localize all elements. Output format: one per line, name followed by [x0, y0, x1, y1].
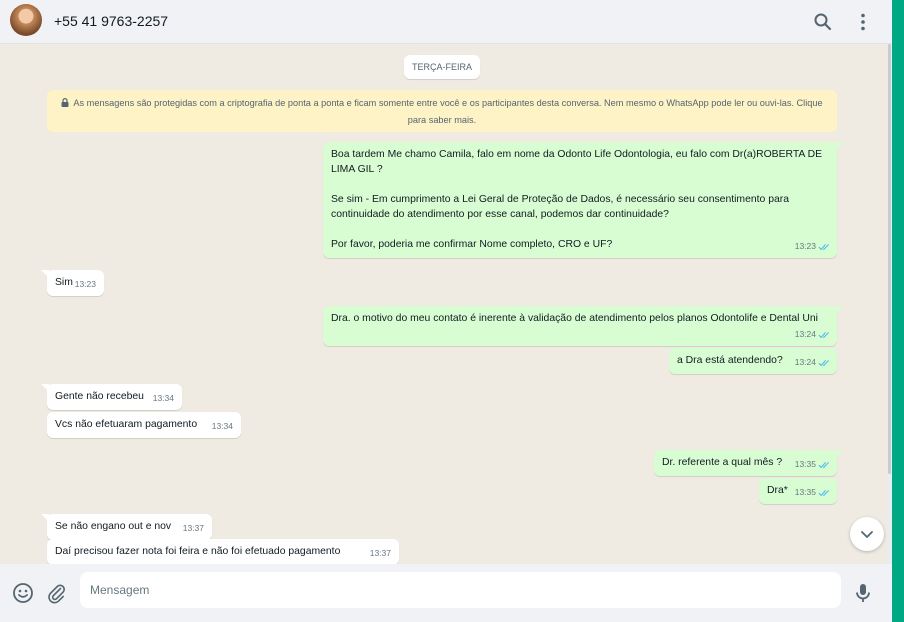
emoji-icon[interactable]: [11, 581, 35, 605]
double-check-icon: [818, 490, 829, 497]
message-bubble-out[interactable]: a Dra está atendendo? 13:24: [669, 348, 837, 374]
scroll-to-bottom-button[interactable]: [850, 517, 884, 551]
window-edge: [892, 0, 904, 622]
double-check-icon: [818, 332, 829, 339]
search-icon[interactable]: [811, 10, 835, 34]
message-time: 13:37: [182, 523, 204, 533]
message-text: Vcs não efetuaram pagamento: [55, 419, 198, 430]
message-input[interactable]: [80, 572, 841, 608]
menu-icon[interactable]: [851, 10, 875, 34]
lock-icon: [61, 96, 69, 112]
message-time: 13:34: [152, 393, 174, 403]
attach-icon[interactable]: [44, 581, 68, 605]
message-bubble-in[interactable]: Gente não recebeu 13:34: [41, 384, 182, 410]
double-check-icon: [818, 360, 829, 367]
compose-bar: [0, 564, 892, 622]
mic-icon[interactable]: [851, 581, 875, 605]
message-text: Boa tardem Me chamo Camila, falo em nome…: [331, 149, 823, 250]
message-bubble-in[interactable]: Se não engano out e nov 13:37: [41, 514, 212, 540]
scrollbar-thumb[interactable]: [888, 44, 891, 474]
conversation-panel: TERÇA-FEIRA As mensagens são protegidas …: [0, 44, 887, 564]
message-text: Daí precisou fazer nota foi feira e não …: [55, 546, 341, 557]
message-time: 13:23: [795, 239, 831, 254]
contact-name[interactable]: +55 41 9763-2257: [54, 13, 168, 29]
message-bubble-out[interactable]: Dr. referente a qual mês ? 13:35: [654, 450, 843, 476]
message-time: 13:37: [369, 548, 391, 558]
chat-header: +55 41 9763-2257: [0, 0, 892, 44]
message-bubble-in[interactable]: Daí precisou fazer nota foi feira e não …: [47, 539, 399, 564]
encryption-notice-text: As mensagens são protegidas com a cripto…: [73, 98, 823, 125]
avatar[interactable]: [10, 4, 42, 36]
double-check-icon: [818, 462, 829, 469]
message-bubble-in[interactable]: Sim 13:23: [41, 270, 104, 296]
day-separator: TERÇA-FEIRA: [404, 55, 480, 79]
double-check-icon: [818, 244, 829, 251]
message-time: 13:23: [74, 279, 96, 289]
message-bubble-out[interactable]: Dra* 13:35: [759, 478, 837, 504]
message-text: Dra. o motivo do meu contato é inerente …: [331, 313, 818, 324]
message-time: 13:35: [795, 457, 831, 472]
message-time: 13:24: [795, 355, 831, 370]
chevron-down-icon: [861, 531, 873, 538]
encryption-notice[interactable]: As mensagens são protegidas com a cripto…: [47, 90, 837, 132]
message-time: 13:34: [211, 421, 233, 431]
message-bubble-in[interactable]: Vcs não efetuaram pagamento 13:34: [47, 412, 241, 438]
message-time: 13:35: [795, 485, 831, 500]
message-bubble-out[interactable]: Dra. o motivo do meu contato é inerente …: [323, 306, 843, 346]
message-time: 13:24: [795, 327, 831, 342]
message-bubble-out[interactable]: Boa tardem Me chamo Camila, falo em nome…: [323, 142, 843, 258]
message-text: Se não engano out e nov: [55, 521, 172, 532]
